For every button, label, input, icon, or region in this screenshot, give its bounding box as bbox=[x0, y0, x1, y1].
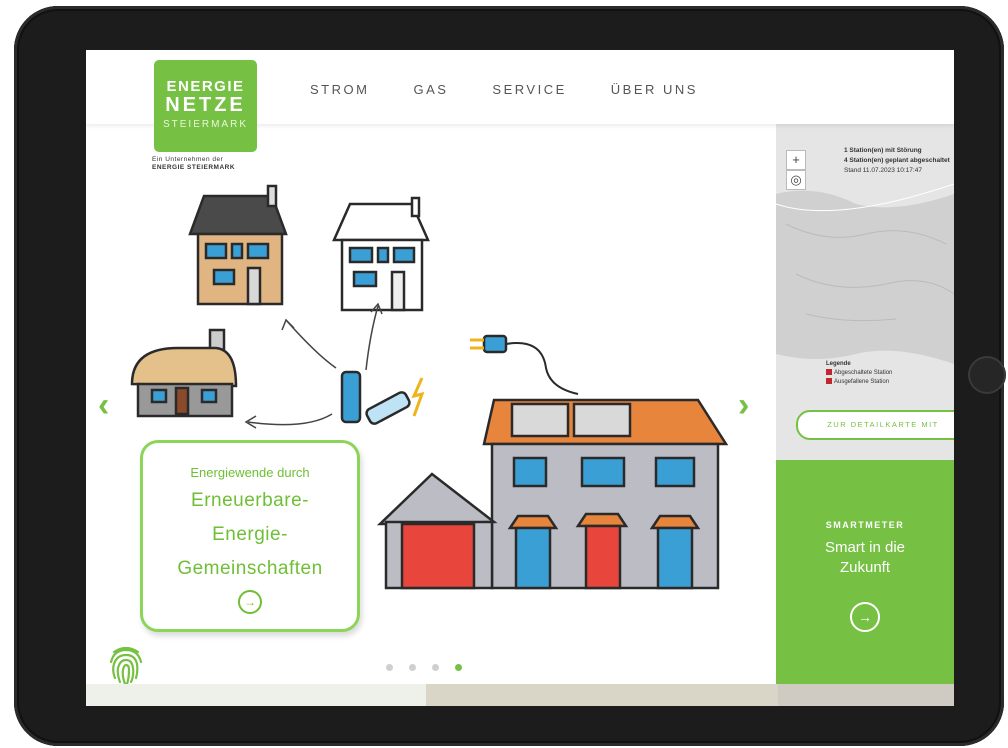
slider-next-arrow[interactable]: › bbox=[738, 388, 749, 422]
nav-item-ueber-uns[interactable]: ÜBER UNS bbox=[611, 82, 698, 97]
status-timestamp: Stand 11.07.2023 10:17:47 bbox=[844, 167, 922, 174]
logo-line1: ENERGIE bbox=[166, 78, 245, 95]
legend-item-1: Abgeschaltete Station bbox=[834, 370, 893, 376]
slider-dot-4[interactable] bbox=[455, 664, 462, 671]
slider-dot-2[interactable] bbox=[409, 664, 416, 671]
status-planned: 4 Station(en) geplant abgeschaltet bbox=[844, 157, 950, 164]
tagline-line1: Ein Unternehmen der bbox=[152, 156, 224, 163]
detail-map-button[interactable]: ZUR DETAILKARTE MIT bbox=[796, 410, 954, 440]
map-zoom-in-icon[interactable]: + bbox=[786, 150, 806, 170]
energy-community-card[interactable]: Energiewende durch Erneuerbare- Energie-… bbox=[140, 440, 360, 632]
smartmeter-panel[interactable]: SMARTMETER Smart in die Zukunft → bbox=[776, 460, 954, 684]
legend-item-2: Ausgefallene Station bbox=[834, 379, 890, 385]
slider-prev-arrow[interactable]: ‹ bbox=[98, 388, 109, 422]
house-white-illustration bbox=[332, 196, 430, 312]
house-thatched-cottage-illustration bbox=[130, 328, 238, 418]
card-title-line1: Erneuerbare- bbox=[191, 490, 309, 511]
bottom-map-teaser[interactable] bbox=[426, 684, 778, 706]
map-legend: Legende Abgeschaltete Station Ausgefalle… bbox=[826, 360, 892, 387]
fingerprint-icon[interactable] bbox=[106, 642, 146, 686]
outage-map-panel[interactable]: + ◎ 1 Station(en) mit Störung 4 Station(… bbox=[776, 124, 954, 460]
nav-item-strom[interactable]: STROM bbox=[310, 82, 369, 97]
battery-illustration bbox=[340, 370, 425, 425]
card-subtitle: Energiewende durch bbox=[190, 465, 310, 480]
smartmeter-title-line2: Zukunft bbox=[839, 559, 891, 576]
nav-item-gas[interactable]: GAS bbox=[413, 82, 448, 97]
smartmeter-label: SMARTMETER bbox=[825, 520, 905, 530]
tagline-line2: ENERGIE STEIERMARK bbox=[152, 164, 236, 171]
main-navigation: STROM GAS SERVICE ÜBER UNS bbox=[310, 82, 698, 97]
nav-item-service[interactable]: SERVICE bbox=[492, 82, 566, 97]
card-title-line3: Gemeinschaften bbox=[177, 558, 323, 579]
legend-square-icon bbox=[826, 378, 832, 385]
logo-line3: STEIERMARK bbox=[162, 119, 248, 130]
website-screen: STROM GAS SERVICE ÜBER UNS ENERGIE NETZE… bbox=[86, 50, 954, 706]
tablet-home-button bbox=[968, 356, 1006, 394]
map-status-info: 1 Station(en) mit Störung 4 Station(en) … bbox=[844, 146, 950, 176]
brand-logo[interactable]: ENERGIE NETZE STEIERMARK bbox=[154, 60, 257, 152]
power-plug-illustration bbox=[470, 334, 579, 395]
smartmeter-arrow-right-circle-icon[interactable]: → bbox=[850, 602, 880, 632]
smartmeter-title-line1: Smart in die bbox=[824, 539, 906, 556]
bottom-photo-teaser[interactable] bbox=[778, 684, 954, 706]
map-locate-icon[interactable]: ◎ bbox=[786, 170, 806, 190]
slider-dot-3[interactable] bbox=[432, 664, 439, 671]
card-arrow-right-circle-icon[interactable]: → bbox=[238, 590, 262, 614]
card-title-line2: Energie- bbox=[212, 524, 288, 545]
hero-slider: ‹ › Energiewende durch Erneuerbare- Ener… bbox=[86, 124, 776, 684]
logo-line2: NETZE bbox=[165, 94, 246, 116]
status-outage: 1 Station(en) mit Störung bbox=[844, 147, 922, 154]
slider-pagination bbox=[386, 664, 462, 671]
legend-title: Legende bbox=[826, 361, 851, 367]
slider-dot-1[interactable] bbox=[386, 664, 393, 671]
house-with-solar-panels-illustration bbox=[376, 398, 729, 590]
legend-square-icon bbox=[826, 369, 832, 376]
house-dark-roof-illustration bbox=[188, 184, 288, 306]
brand-tagline: Ein Unternehmen der ENERGIE STEIERMARK bbox=[152, 156, 262, 172]
